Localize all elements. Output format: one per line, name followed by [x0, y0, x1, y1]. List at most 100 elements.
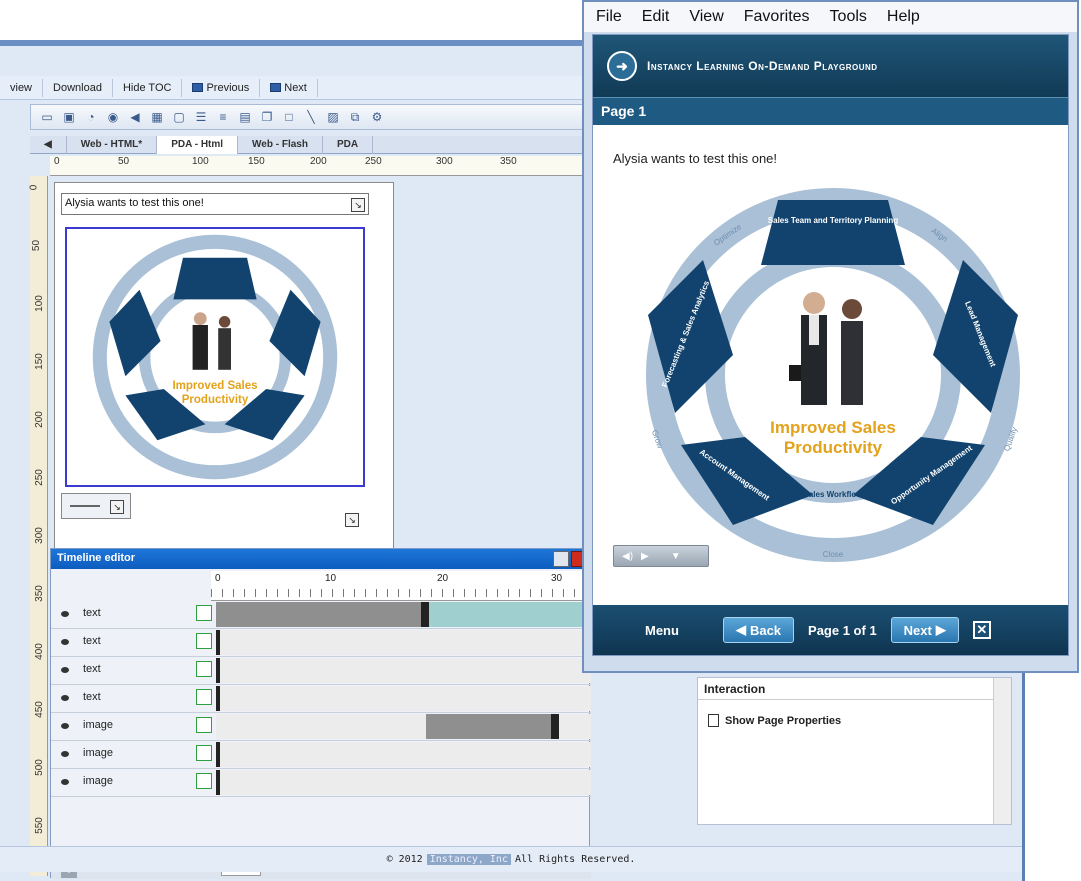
timeline-row[interactable]: text [51, 657, 591, 685]
timeline-row[interactable]: text [51, 685, 591, 713]
track-bar[interactable] [429, 602, 591, 627]
media-icon[interactable]: ◉ [105, 109, 121, 125]
close-icon[interactable]: ✕ [972, 621, 991, 639]
instancy-logo-icon: ➜ [607, 51, 637, 81]
row-checkbox[interactable] [196, 633, 212, 649]
tab-web-flash[interactable]: Web - Flash [238, 136, 323, 154]
menu-edit[interactable]: Edit [642, 8, 670, 26]
box-icon[interactable]: □ [281, 109, 297, 125]
tab-pda-html[interactable]: PDA - Html [157, 136, 239, 154]
course-footer: Menu ◀ Back Page 1 of 1 Next ▶ ✕ [593, 605, 1068, 655]
row-checkbox[interactable] [196, 717, 212, 733]
row-track[interactable] [216, 686, 591, 711]
download-button[interactable]: Download [43, 78, 113, 97]
menu-help[interactable]: Help [887, 8, 920, 26]
row-track[interactable] [216, 742, 591, 767]
line-icon[interactable]: ╲ [303, 109, 319, 125]
canvas-text-box[interactable]: Alysia wants to test this one! [61, 193, 369, 215]
eye-icon[interactable] [61, 751, 69, 757]
eye-icon[interactable] [61, 611, 69, 617]
design-canvas[interactable]: Alysia wants to test this one! ↘ Improve… [54, 182, 394, 574]
row-checkbox[interactable] [196, 745, 212, 761]
previous-button[interactable]: Previous [182, 78, 261, 97]
menu-view[interactable]: View [689, 8, 723, 26]
show-page-properties-link[interactable]: Show Page Properties [708, 714, 841, 727]
next-page-button[interactable]: Next ▶ [890, 617, 959, 643]
row-checkbox[interactable] [196, 689, 212, 705]
timeline-row[interactable]: text [51, 601, 591, 629]
hide-toc-button[interactable]: Hide TOC [113, 78, 183, 97]
settings-icon[interactable]: ⚙ [369, 109, 385, 125]
track-marker[interactable] [216, 630, 220, 655]
table-icon[interactable]: ▦ [149, 109, 165, 125]
bullets-icon[interactable]: ≡ [215, 109, 231, 125]
row-checkbox[interactable] [196, 661, 212, 677]
audio-widget-placeholder[interactable]: ↘ [61, 493, 131, 519]
preview-button[interactable]: view [0, 78, 44, 97]
eye-icon[interactable] [61, 779, 69, 785]
chart-icon[interactable]: ▨ [325, 109, 341, 125]
track-marker[interactable] [216, 658, 220, 683]
row-checkbox[interactable] [196, 773, 212, 789]
row-track[interactable] [216, 630, 591, 655]
track-marker[interactable] [421, 602, 429, 627]
eye-icon[interactable] [61, 639, 69, 645]
eye-icon[interactable] [61, 723, 69, 729]
eye-icon[interactable] [61, 667, 69, 673]
menu-link[interactable]: Menu [645, 623, 679, 638]
audio-player[interactable]: ◀) ▶ ▼ [613, 545, 709, 567]
insert-image-icon[interactable]: ▣ [61, 109, 77, 125]
canvas-diagram-image: Improved Sales Productivity [92, 234, 338, 480]
timeline-title-bar[interactable]: Timeline editor [51, 549, 591, 569]
compass-icon[interactable]: ◔ [83, 109, 99, 125]
menu-file[interactable]: File [596, 8, 622, 26]
ruler-tick: 450 [33, 701, 45, 718]
timeline-title: Timeline editor [57, 552, 136, 564]
timeline-row[interactable]: image [51, 769, 591, 797]
eye-icon[interactable] [61, 695, 69, 701]
audio-icon[interactable]: ◀ [127, 109, 143, 125]
download-label: Download [53, 81, 102, 94]
track-bar[interactable] [426, 714, 551, 739]
tab-pda[interactable]: PDA [323, 136, 374, 154]
play-icon[interactable]: ▶ [641, 551, 649, 562]
widget-resize-icon[interactable]: ↘ [110, 500, 124, 514]
page-icon [708, 714, 719, 727]
menu-favorites[interactable]: Favorites [744, 8, 810, 26]
row-checkbox[interactable] [196, 605, 212, 621]
scale-tick: 0 [215, 573, 221, 584]
row-track[interactable] [216, 658, 591, 683]
text-box-resize-icon[interactable]: ↘ [351, 198, 365, 212]
page-icon[interactable]: ❐ [259, 109, 275, 125]
rights-text: All Rights Reserved. [514, 854, 636, 865]
timeline-row[interactable]: image [51, 741, 591, 769]
frame-icon[interactable]: ▢ [171, 109, 187, 125]
image-box-resize-icon[interactable]: ↘ [345, 513, 359, 527]
next-button[interactable]: Next [260, 78, 318, 97]
vertical-scrollbar[interactable] [993, 678, 1011, 824]
track-marker[interactable] [216, 686, 220, 711]
row-track[interactable] [216, 714, 591, 739]
track-marker[interactable] [551, 714, 559, 739]
show-page-properties-label: Show Page Properties [725, 714, 842, 727]
track-bar[interactable] [216, 602, 421, 627]
tab-web-html[interactable]: Web - HTML* [67, 136, 158, 154]
audio-dropdown-icon[interactable]: ▼ [671, 551, 681, 562]
tab-scroll-left[interactable]: ◀ [30, 136, 67, 154]
volume-icon[interactable]: ◀) [622, 551, 633, 562]
track-marker[interactable] [216, 742, 220, 767]
timeline-row[interactable]: image [51, 713, 591, 741]
menu-tools[interactable]: Tools [830, 8, 867, 26]
row-track[interactable] [216, 602, 591, 627]
row-track[interactable] [216, 770, 591, 795]
folder-icon[interactable]: ▤ [237, 109, 253, 125]
minimize-button[interactable] [553, 551, 569, 567]
timeline-row[interactable]: text [51, 629, 591, 657]
track-marker[interactable] [216, 770, 220, 795]
window-icon[interactable]: ⧉ [347, 109, 363, 125]
list-icon[interactable]: ☰ [193, 109, 209, 125]
back-button[interactable]: ◀ Back [722, 617, 795, 643]
insert-text-icon[interactable]: ▭ [39, 109, 55, 125]
canvas-image-box[interactable]: Improved Sales Productivity [65, 227, 365, 487]
properties-panel: Interaction Show Page Properties [697, 677, 1012, 825]
